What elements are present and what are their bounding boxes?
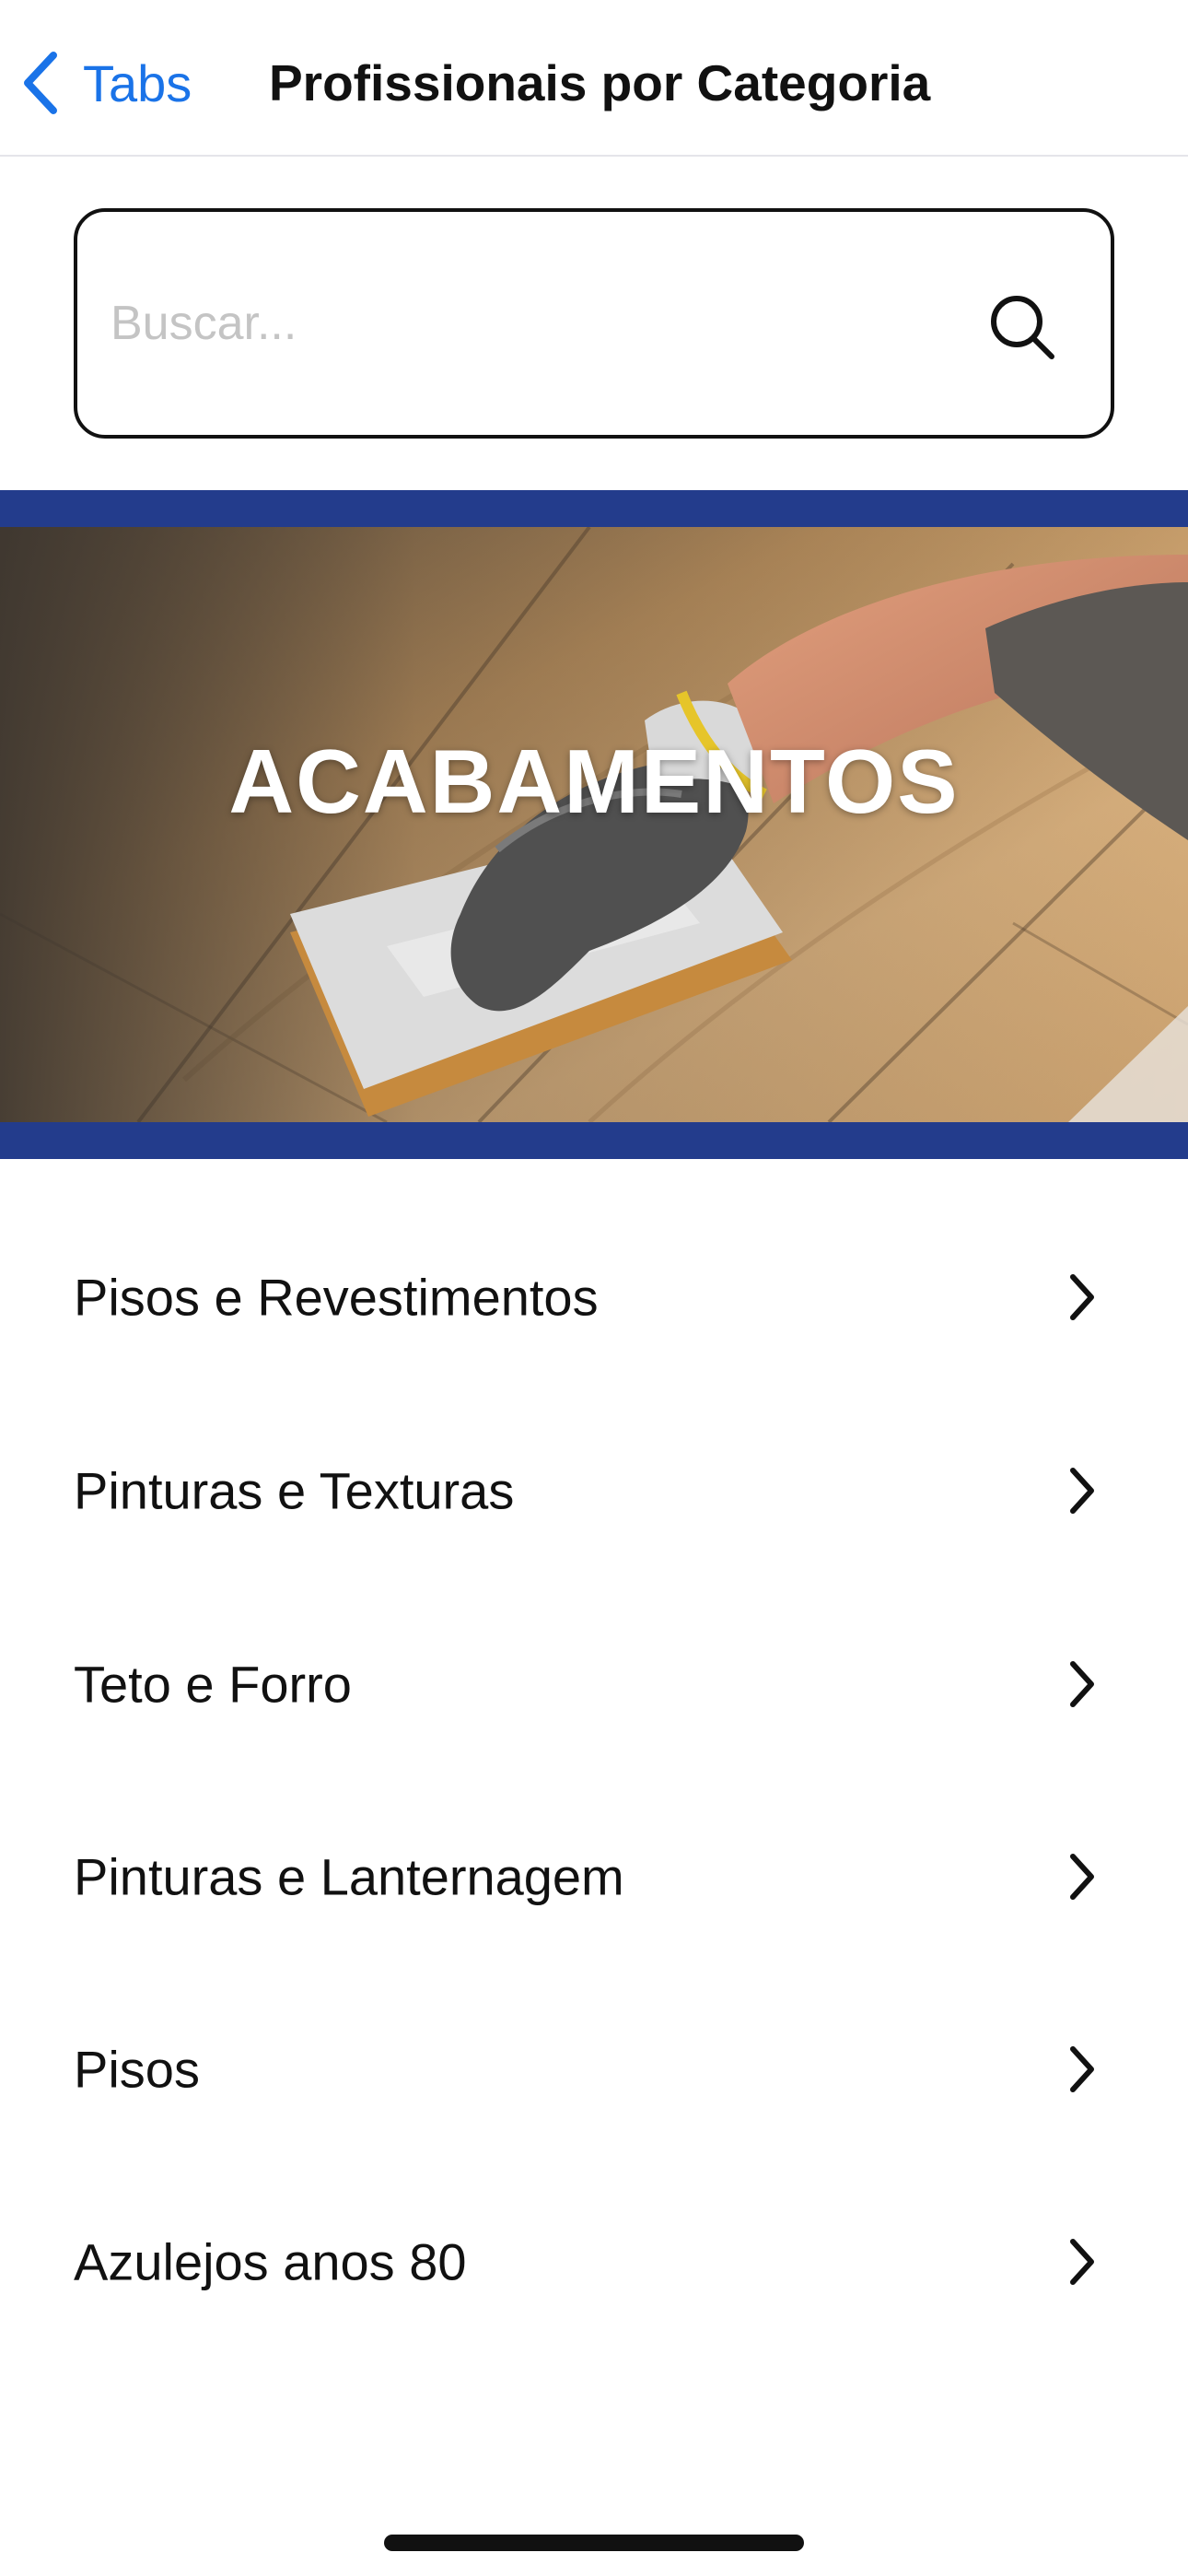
list-item-label: Pisos	[74, 2040, 200, 2099]
page-title: Profissionais por Categoria	[269, 54, 931, 111]
navigation-bar: Tabs Profissionais por Categoria	[0, 0, 1188, 157]
screen: Tabs Profissionais por Categoria Buscar.…	[0, 0, 1188, 2576]
chevron-right-icon	[1068, 1659, 1096, 1709]
list-item-label: Pinturas e Texturas	[74, 1461, 515, 1520]
list-item[interactable]: Pisos e Revestimentos	[0, 1224, 1188, 1371]
search-bar	[74, 208, 1114, 439]
banner-title: ACABAMENTOS	[228, 731, 960, 832]
chevron-right-icon	[1068, 2044, 1096, 2094]
list-item-label: Pisos e Revestimentos	[74, 1268, 599, 1327]
chevron-right-icon	[1068, 1272, 1096, 1322]
list-item-label: Pinturas e Lanternagem	[74, 1847, 624, 1906]
back-label: Tabs	[83, 53, 192, 112]
chevron-right-icon	[1068, 1852, 1096, 1902]
category-banner: ACABAMENTOS	[0, 490, 1188, 1159]
chevron-left-icon	[22, 50, 59, 116]
list-item-label: Teto e Forro	[74, 1655, 352, 1714]
chevron-right-icon	[1068, 2237, 1096, 2287]
search-icon[interactable]	[987, 292, 1057, 367]
back-button[interactable]: Tabs	[22, 37, 192, 129]
home-indicator[interactable]	[384, 2535, 804, 2551]
list-item[interactable]: Azulejos anos 80	[0, 2188, 1188, 2336]
list-item[interactable]: Teto e Forro	[0, 1610, 1188, 1758]
chevron-right-icon	[1068, 1466, 1096, 1516]
list-item-label: Azulejos anos 80	[74, 2232, 467, 2291]
list-item[interactable]: Pinturas e Texturas	[0, 1417, 1188, 1564]
list-item[interactable]: Pinturas e Lanternagem	[0, 1803, 1188, 1950]
search-input[interactable]	[109, 267, 923, 380]
list-item[interactable]: Pisos	[0, 1996, 1188, 2143]
